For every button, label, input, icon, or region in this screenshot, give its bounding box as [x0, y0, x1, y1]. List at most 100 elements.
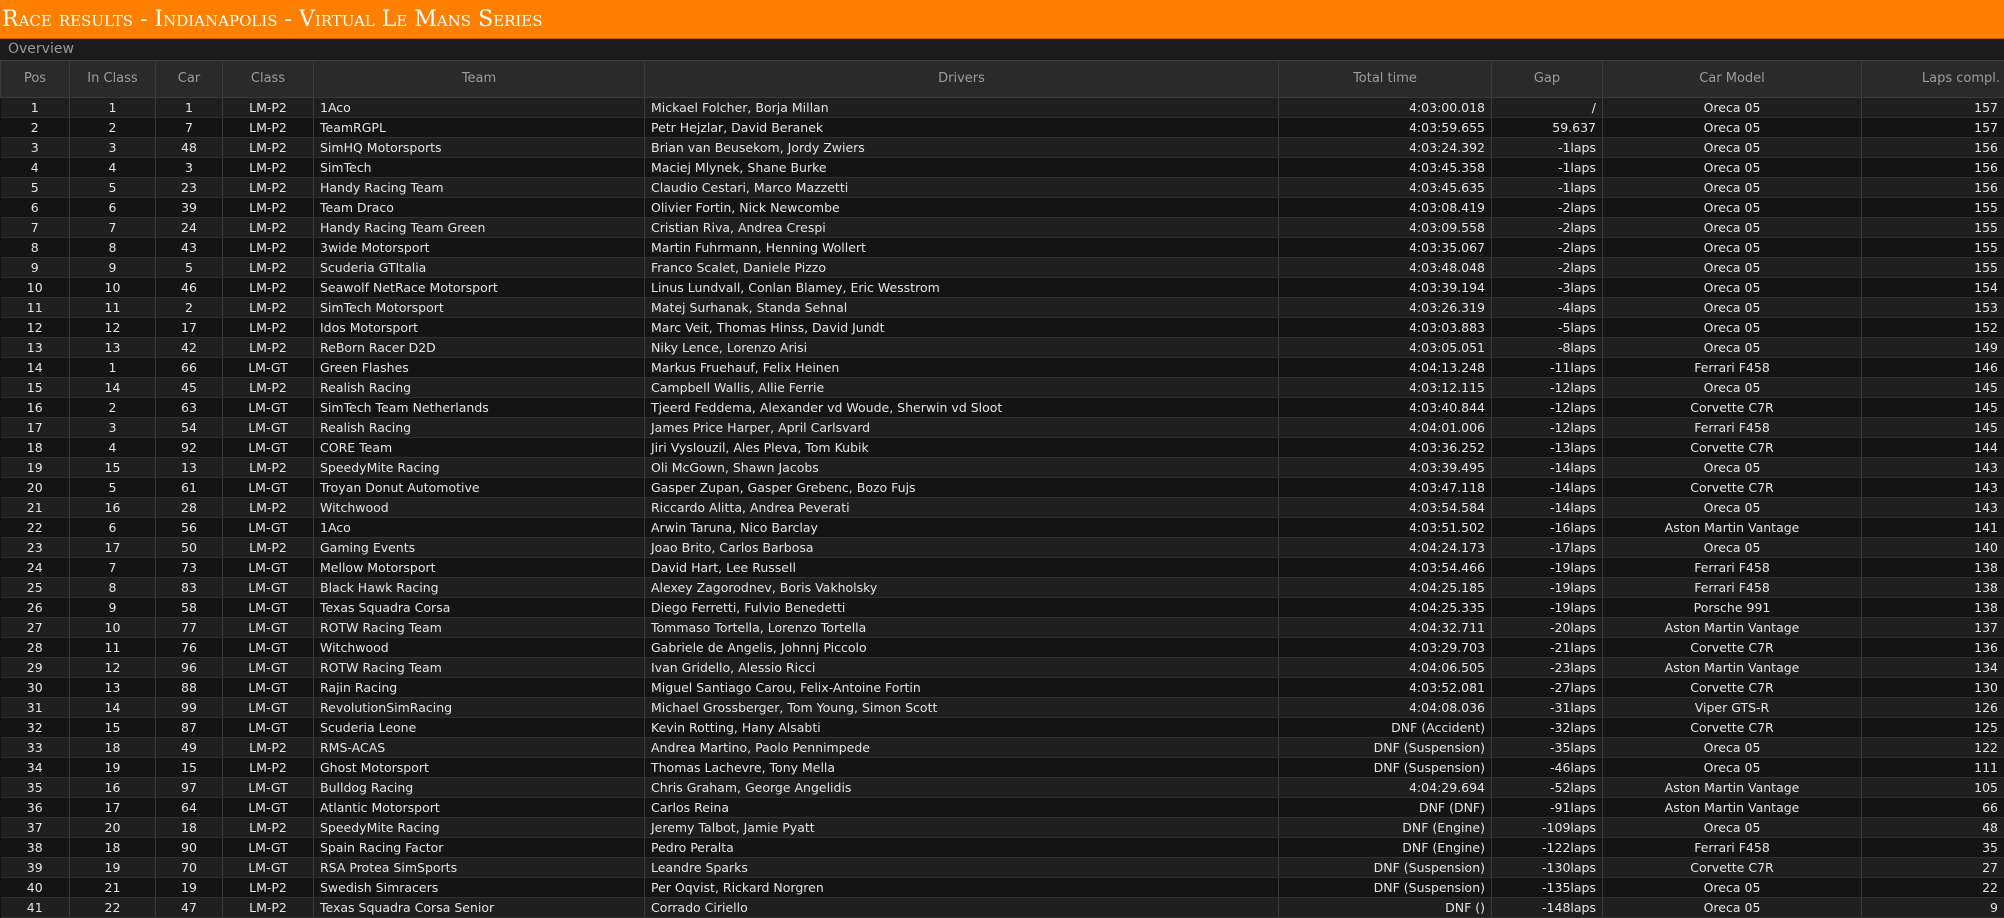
table-row[interactable]: 29 12 96 LM-GT ROTW Racing Team Ivan Gridello… [0, 657, 2004, 678]
table-row[interactable]: 19 15 13 LM-P2 SpeedyMite Racing Oli McGown, … [0, 457, 2004, 478]
col-header-in-class[interactable]: In Class [69, 60, 156, 98]
table-row[interactable]: 2 2 7 LM-P2 TeamRGPL Petr Hejzlar, David Bera… [0, 117, 2004, 138]
cell-laps-completed: 143 [1861, 477, 2004, 498]
cell-car-number: 88 [155, 677, 223, 698]
table-row[interactable]: 30 13 88 LM-GT Rajin Racing Miguel Santiago C… [0, 677, 2004, 698]
table-row[interactable]: 22 6 56 LM-GT 1Aco Arwin Taruna, Nico Barclay… [0, 517, 2004, 538]
col-header-team[interactable]: Team [313, 60, 645, 98]
cell-laps-completed: 111 [1861, 757, 2004, 778]
table-row[interactable]: 24 7 73 LM-GT Mellow Motorsport David Hart, L… [0, 557, 2004, 578]
table-row[interactable]: 11 11 2 LM-P2 SimTech Motorsport Matej Surhan… [0, 297, 2004, 318]
cell-in-class: 7 [69, 217, 156, 238]
cell-car-model: Corvette C7R [1602, 437, 1862, 458]
table-row[interactable]: 13 13 42 LM-P2 ReBorn Racer D2D Niky Lence, L… [0, 337, 2004, 358]
cell-total-time: 4:03:40.844 [1278, 397, 1492, 418]
cell-class: LM-GT [222, 437, 314, 458]
cell-laps-completed: 125 [1861, 717, 2004, 738]
cell-pos: 37 [0, 817, 70, 838]
cell-class: LM-GT [222, 777, 314, 798]
cell-in-class: 3 [69, 137, 156, 158]
col-header-total-time[interactable]: Total time [1278, 60, 1492, 98]
cell-total-time: 4:03:54.466 [1278, 557, 1492, 578]
cell-total-time: 4:03:08.419 [1278, 197, 1492, 218]
table-row[interactable]: 32 15 87 LM-GT Scuderia Leone Kevin Rotting, … [0, 717, 2004, 738]
table-row[interactable]: 18 4 92 LM-GT CORE Team Jiri Vyslouzil, Ales … [0, 437, 2004, 458]
cell-in-class: 8 [69, 577, 156, 598]
cell-in-class: 16 [69, 777, 156, 798]
table-row[interactable]: 12 12 17 LM-P2 Idos Motorsport Marc Veit, Tho… [0, 317, 2004, 338]
table-row[interactable]: 23 17 50 LM-P2 Gaming Events Joao Brito, Carl… [0, 537, 2004, 558]
cell-class: LM-GT [222, 797, 314, 818]
table-row[interactable]: 6 6 39 LM-P2 Team Draco Olivier Fortin, Nick … [0, 197, 2004, 218]
col-header-laps-completed[interactable]: Laps compl. [1861, 60, 2004, 98]
cell-car-number: 13 [155, 457, 223, 478]
col-header-pos[interactable]: Pos [0, 60, 70, 98]
col-header-gap[interactable]: Gap [1491, 60, 1603, 98]
cell-in-class: 5 [69, 477, 156, 498]
col-header-car-model[interactable]: Car Model [1602, 60, 1862, 98]
cell-class: LM-P2 [222, 317, 314, 338]
table-row[interactable]: 37 20 18 LM-P2 SpeedyMite Racing Jeremy Talbo… [0, 817, 2004, 838]
table-row[interactable]: 25 8 83 LM-GT Black Hawk Racing Alexey Zagoro… [0, 577, 2004, 598]
table-row[interactable]: 38 18 90 LM-GT Spain Racing Factor Pedro Pera… [0, 837, 2004, 858]
table-row[interactable]: 9 9 5 LM-P2 Scuderia GTItalia Franco Scalet, … [0, 257, 2004, 278]
section-label-overview: Overview [0, 39, 2004, 60]
cell-laps-completed: 48 [1861, 817, 2004, 838]
cell-class: LM-P2 [222, 97, 314, 118]
table-row[interactable]: 10 10 46 LM-P2 Seawolf NetRace Motorsport Lin… [0, 277, 2004, 298]
cell-drivers: Gasper Zupan, Gasper Grebenc, Bozo Fujs [644, 477, 1279, 498]
table-row[interactable]: 35 16 97 LM-GT Bulldog Racing Chris Graham, G… [0, 777, 2004, 798]
table-row[interactable]: 8 8 43 LM-P2 3wide Motorsport Martin Fuhrmann… [0, 237, 2004, 258]
table-row[interactable]: 21 16 28 LM-P2 Witchwood Riccardo Alitta, And… [0, 497, 2004, 518]
cell-car-number: 97 [155, 777, 223, 798]
table-row[interactable]: 1 1 1 LM-P2 1Aco Mickael Folcher, Borja Milla… [0, 97, 2004, 118]
table-row[interactable]: 3 3 48 LM-P2 SimHQ Motorsports Brian van Beus… [0, 137, 2004, 158]
cell-total-time: DNF (Suspension) [1278, 857, 1492, 878]
table-row[interactable]: 33 18 49 LM-P2 RMS-ACAS Andrea Martino, Paolo… [0, 737, 2004, 758]
table-row[interactable]: 34 19 15 LM-P2 Ghost Motorsport Thomas Lachev… [0, 757, 2004, 778]
table-row[interactable]: 7 7 24 LM-P2 Handy Racing Team Green Cristian… [0, 217, 2004, 238]
cell-team: Realish Racing [313, 377, 645, 398]
cell-team: Witchwood [313, 497, 645, 518]
cell-laps-completed: 156 [1861, 157, 2004, 178]
cell-total-time: 4:03:00.018 [1278, 97, 1492, 118]
table-row[interactable]: 16 2 63 LM-GT SimTech Team Netherlands Tjeerd… [0, 397, 2004, 418]
table-row[interactable]: 26 9 58 LM-GT Texas Squadra Corsa Diego Ferre… [0, 597, 2004, 618]
table-row[interactable]: 14 1 66 LM-GT Green Flashes Markus Fruehauf, … [0, 357, 2004, 378]
cell-class: LM-GT [222, 837, 314, 858]
cell-team: ReBorn Racer D2D [313, 337, 645, 358]
cell-car-model: Oreca 05 [1602, 497, 1862, 518]
table-row[interactable]: 39 19 70 LM-GT RSA Protea SimSports Leandre S… [0, 857, 2004, 878]
table-row[interactable]: 15 14 45 LM-P2 Realish Racing Campbell Wallis… [0, 377, 2004, 398]
cell-drivers: David Hart, Lee Russell [644, 557, 1279, 578]
table-row[interactable]: 27 10 77 LM-GT ROTW Racing Team Tommaso Torte… [0, 617, 2004, 638]
cell-team: SimTech Motorsport [313, 297, 645, 318]
cell-pos: 33 [0, 737, 70, 758]
cell-class: LM-P2 [222, 337, 314, 358]
table-row[interactable]: 41 22 47 LM-P2 Texas Squadra Corsa Senior Cor… [0, 897, 2004, 918]
table-row[interactable]: 36 17 64 LM-GT Atlantic Motorsport Carlos Rei… [0, 797, 2004, 818]
cell-laps-completed: 105 [1861, 777, 2004, 798]
cell-gap: -14laps [1491, 497, 1603, 518]
col-header-car[interactable]: Car [155, 60, 223, 98]
cell-car-model: Ferrari F458 [1602, 837, 1862, 858]
col-header-drivers[interactable]: Drivers [644, 60, 1279, 98]
cell-car-number: 61 [155, 477, 223, 498]
table-row[interactable]: 28 11 76 LM-GT Witchwood Gabriele de Angelis,… [0, 637, 2004, 658]
table-row[interactable]: 31 14 99 LM-GT RevolutionSimRacing Michael Gr… [0, 697, 2004, 718]
table-header-row: Pos In Class Car Class Team Drivers Tota… [0, 60, 2004, 98]
cell-car-model: Oreca 05 [1602, 217, 1862, 238]
cell-class: LM-P2 [222, 117, 314, 138]
cell-drivers: Pedro Peralta [644, 837, 1279, 858]
col-header-class[interactable]: Class [222, 60, 314, 98]
cell-laps-completed: 9 [1861, 897, 2004, 918]
cell-car-model: Aston Martin Vantage [1602, 657, 1862, 678]
cell-class: LM-GT [222, 577, 314, 598]
table-row[interactable]: 40 21 19 LM-P2 Swedish Simracers Per Oqvist, … [0, 877, 2004, 898]
table-row[interactable]: 20 5 61 LM-GT Troyan Donut Automotive Gasper … [0, 477, 2004, 498]
cell-team: Bulldog Racing [313, 777, 645, 798]
cell-pos: 7 [0, 217, 70, 238]
table-row[interactable]: 4 4 3 LM-P2 SimTech Maciej Mlynek, Shane Burk… [0, 157, 2004, 178]
table-row[interactable]: 17 3 54 LM-GT Realish Racing James Price Harp… [0, 417, 2004, 438]
table-row[interactable]: 5 5 23 LM-P2 Handy Racing Team Claudio Cestar… [0, 177, 2004, 198]
